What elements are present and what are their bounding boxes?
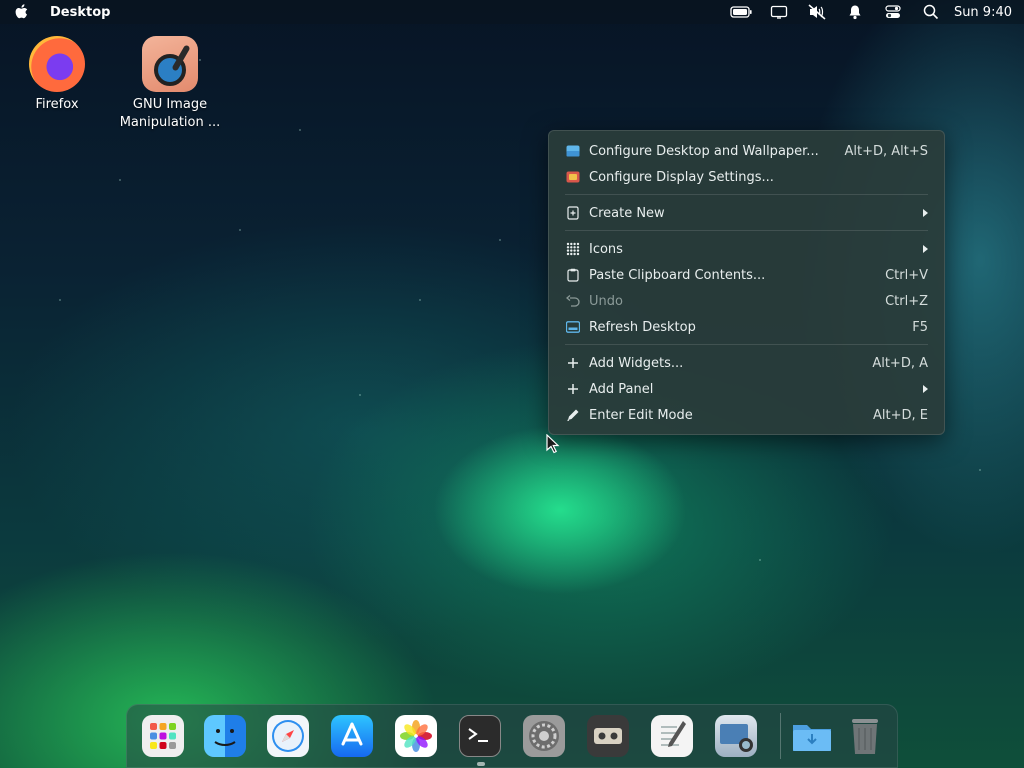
clock[interactable]: Sun 9:40 [954,5,1012,20]
tape-recorder-icon[interactable] [587,715,629,757]
running-indicator [477,762,485,766]
refresh-desktop-icon [565,319,581,335]
app-title[interactable]: Desktop [50,5,110,20]
trash-icon[interactable] [844,715,886,757]
menu-item-enter-edit-mode[interactable]: Enter Edit Mode Alt+D, E [549,402,944,428]
bell-icon[interactable] [836,0,874,24]
new-file-icon [565,205,581,221]
gimp-icon [142,36,198,92]
system-tray: Sun 9:40 [722,0,1014,24]
menu-item-configure-desktop[interactable]: Configure Desktop and Wallpaper... Alt+D… [549,138,944,164]
menu-item-refresh-desktop[interactable]: Refresh Desktop F5 [549,314,944,340]
photos-icon[interactable] [395,715,437,757]
apple-menu-icon[interactable] [12,2,32,22]
menu-item-icons[interactable]: Icons [549,236,944,262]
menu-item-paste[interactable]: Paste Clipboard Contents... Ctrl+V [549,262,944,288]
desktop-icon-label: GNU Image Manipulation ... [119,97,221,130]
display-icon[interactable] [760,0,798,24]
launchpad-icon[interactable] [142,715,184,757]
menu-item-configure-display[interactable]: Configure Display Settings... [549,164,944,190]
menu-separator [565,344,928,345]
battery-icon[interactable] [722,0,760,24]
menu-item-undo[interactable]: Undo Ctrl+Z [549,288,944,314]
submenu-arrow-icon [923,385,928,393]
submenu-arrow-icon [923,245,928,253]
dock-separator [780,713,781,759]
app-store-icon[interactable] [331,715,373,757]
pencil-icon [565,407,581,423]
plus-icon [565,355,581,371]
menu-separator [565,230,928,231]
menu-item-add-panel[interactable]: Add Panel [549,376,944,402]
grid-icon [565,241,581,257]
undo-icon [565,293,581,309]
firefox-icon [29,36,85,92]
desktop-context-menu: Configure Desktop and Wallpaper... Alt+D… [548,130,945,435]
menu-item-add-widgets[interactable]: Add Widgets... Alt+D, A [549,350,944,376]
dock [126,704,898,768]
plus-icon [565,381,581,397]
top-menu-bar: Desktop Sun 9:40 [0,0,1024,24]
display-settings-icon [565,169,581,185]
desktop-icon-firefox[interactable]: Firefox [2,36,112,114]
control-center-icon[interactable] [874,0,912,24]
menu-separator [565,194,928,195]
desktop-icon-label: Firefox [35,97,79,112]
terminal-icon[interactable] [459,715,501,757]
mouse-cursor-icon [546,433,560,458]
muted-speaker-icon[interactable] [798,0,836,24]
search-icon[interactable] [912,0,950,24]
desktop-icon-gimp[interactable]: GNU Image Manipulation ... [114,36,226,132]
submenu-arrow-icon [923,209,928,217]
downloads-folder-icon[interactable] [791,715,833,757]
safari-icon[interactable] [267,715,309,757]
finder-icon[interactable] [204,715,246,757]
text-editor-icon[interactable] [651,715,693,757]
clipboard-icon [565,267,581,283]
menu-item-create-new[interactable]: Create New [549,200,944,226]
wallpaper-icon [565,143,581,159]
screenshot-icon[interactable] [715,715,757,757]
system-settings-icon[interactable] [523,715,565,757]
